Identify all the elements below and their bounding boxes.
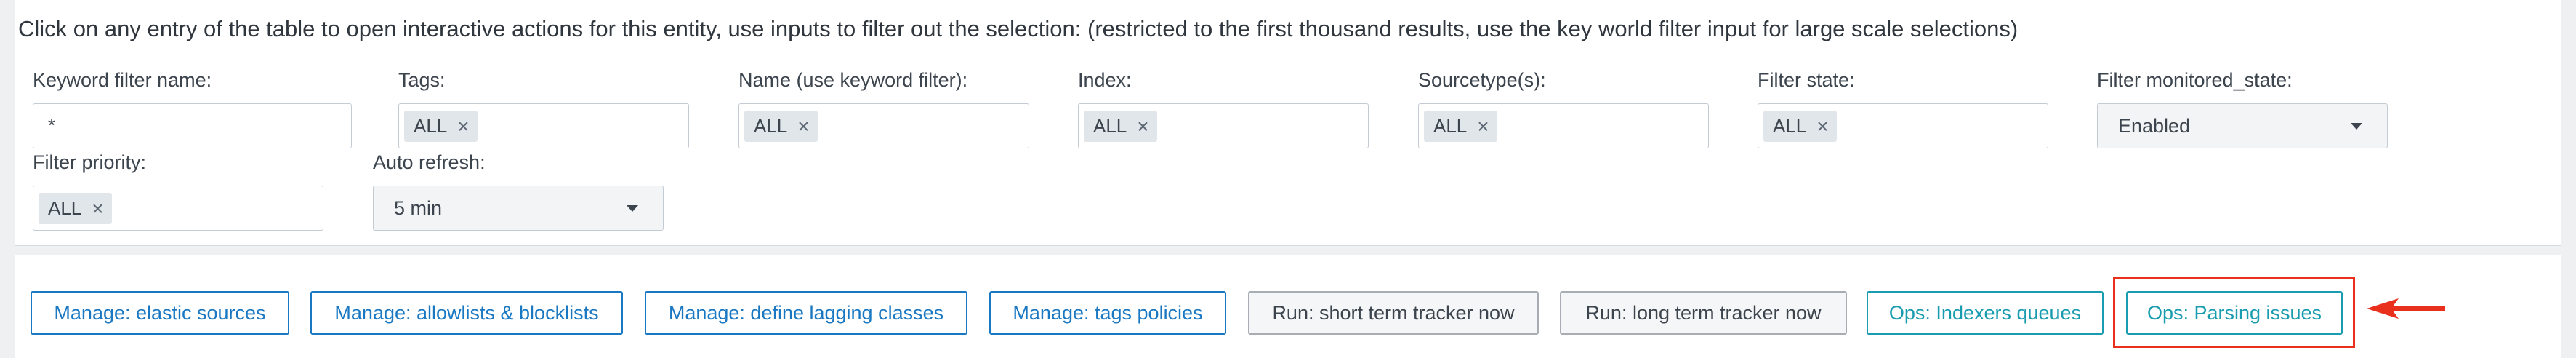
state-multiselect[interactable]: ALL × — [1758, 103, 2048, 148]
state-filter-label: Filter state: — [1758, 69, 1855, 91]
tag-chip-label: ALL — [1773, 115, 1807, 137]
index-multiselect[interactable]: ALL × — [1078, 103, 1369, 148]
manage-elastic-sources-button[interactable]: Manage: elastic sources — [31, 291, 289, 335]
remove-tag-icon[interactable]: × — [457, 116, 469, 137]
tag-chip-label: ALL — [48, 197, 82, 219]
manage-tags-policies-button[interactable]: Manage: tags policies — [989, 291, 1226, 335]
tags-filter-label: Tags: — [398, 69, 446, 91]
monitored-state-filter-label: Filter monitored_state: — [2097, 69, 2293, 91]
remove-tag-icon[interactable]: × — [1137, 116, 1148, 137]
ops-indexers-queues-button[interactable]: Ops: Indexers queues — [1867, 291, 2104, 335]
auto-refresh-label: Auto refresh: — [373, 151, 486, 173]
monitored-state-value: Enabled — [2118, 115, 2191, 137]
caret-down-icon — [627, 205, 638, 212]
auto-refresh-value: 5 min — [394, 197, 443, 219]
keyword-filter-label: Keyword filter name: — [33, 69, 212, 91]
tag-chip-all: ALL × — [1763, 111, 1837, 142]
tag-chip-all: ALL × — [744, 111, 818, 142]
auto-refresh-dropdown[interactable]: 5 min — [373, 186, 664, 231]
index-filter-label: Index: — [1078, 69, 1132, 91]
run-short-term-tracker-button[interactable]: Run: short term tracker now — [1248, 291, 1539, 335]
instructions-text: Click on any entry of the table to open … — [18, 16, 2018, 41]
tag-chip-all: ALL × — [404, 111, 478, 142]
tag-chip-label: ALL — [414, 115, 448, 137]
sourcetype-filter-label: Sourcetype(s): — [1418, 69, 1546, 91]
tag-chip-all: ALL × — [1084, 111, 1157, 142]
tag-chip-label: ALL — [1433, 115, 1468, 137]
tags-multiselect[interactable]: ALL × — [398, 103, 689, 148]
tag-chip-all: ALL × — [39, 193, 112, 224]
sourcetype-multiselect[interactable]: ALL × — [1418, 103, 1709, 148]
highlight-box — [2113, 277, 2355, 348]
keyword-filter-input[interactable]: * — [33, 103, 352, 148]
annotation-arrow-icon — [2367, 298, 2445, 319]
manage-lagging-classes-button[interactable]: Manage: define lagging classes — [645, 291, 967, 335]
caret-down-icon — [2351, 123, 2362, 130]
tag-chip-all: ALL × — [1424, 111, 1497, 142]
run-long-term-tracker-button[interactable]: Run: long term tracker now — [1560, 291, 1847, 335]
priority-multiselect[interactable]: ALL × — [33, 186, 323, 231]
name-filter-label: Name (use keyword filter): — [738, 69, 968, 91]
monitored-state-dropdown[interactable]: Enabled — [2097, 103, 2388, 148]
tag-chip-label: ALL — [1093, 115, 1127, 137]
manage-allowlists-button[interactable]: Manage: allowlists & blocklists — [310, 291, 623, 335]
priority-filter-label: Filter priority: — [33, 151, 147, 173]
tag-chip-label: ALL — [754, 115, 788, 137]
remove-tag-icon[interactable]: × — [92, 198, 103, 219]
keyword-filter-value: * — [48, 114, 56, 136]
remove-tag-icon[interactable]: × — [1477, 116, 1489, 137]
remove-tag-icon[interactable]: × — [797, 116, 809, 137]
name-multiselect[interactable]: ALL × — [738, 103, 1029, 148]
remove-tag-icon[interactable]: × — [1816, 116, 1828, 137]
